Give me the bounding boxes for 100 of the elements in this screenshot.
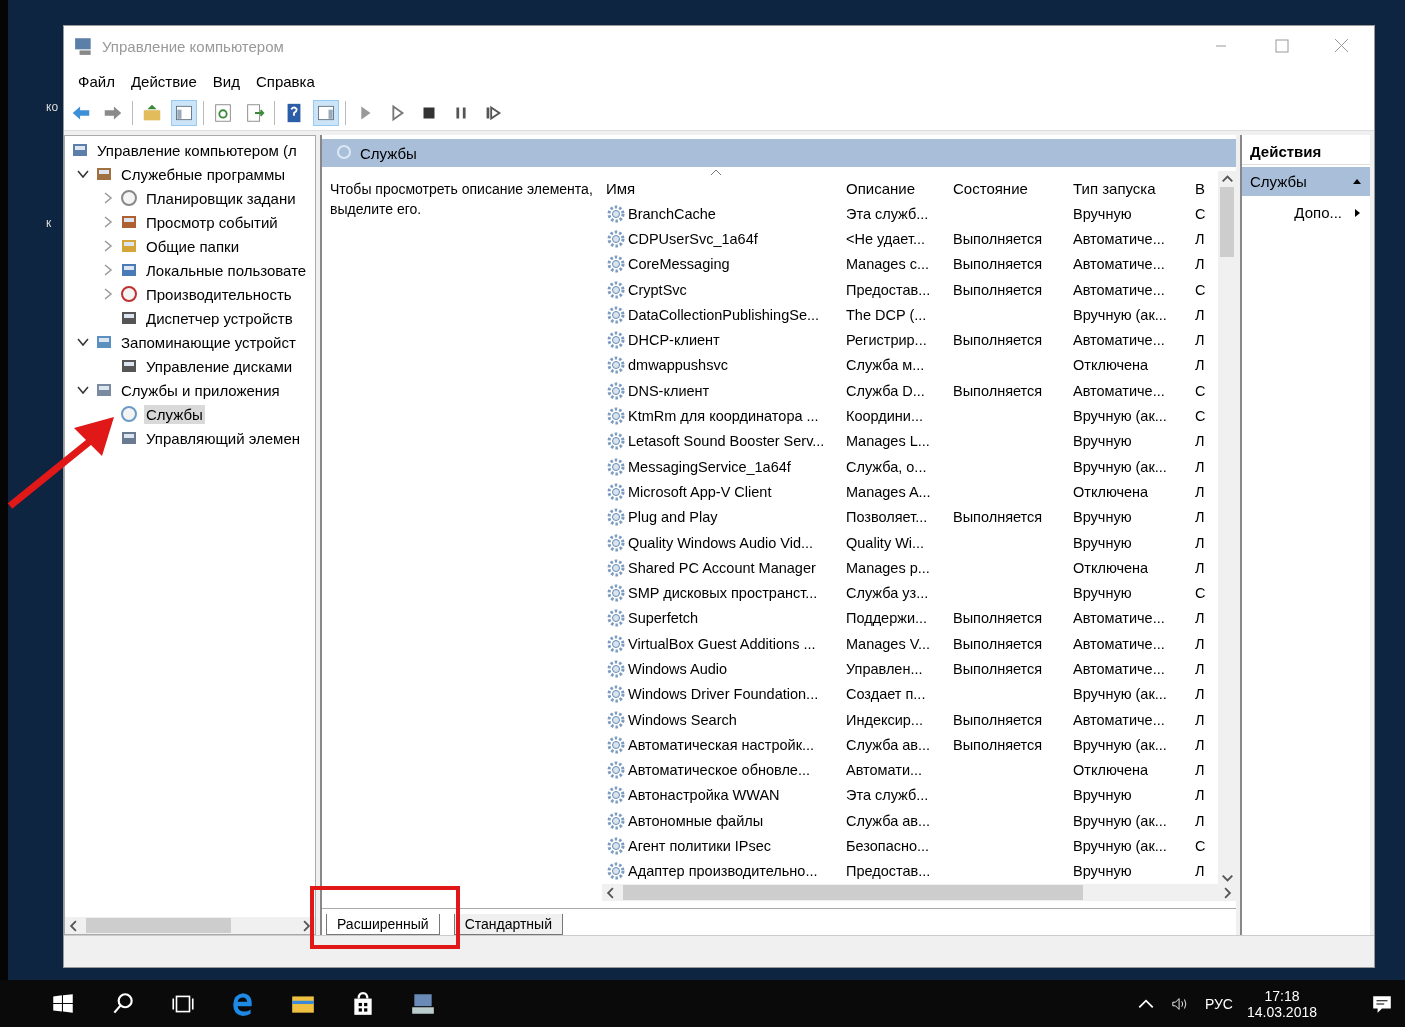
table-cell: Л (1195, 635, 1205, 652)
scrollbar-thumb[interactable] (86, 918, 231, 933)
table-cell: Вручную (ак... (1073, 408, 1167, 424)
table-cell: Служба ав... (846, 736, 931, 753)
table-cell: Windows Search (628, 711, 737, 728)
tree-item[interactable]: Службы (144, 404, 205, 424)
table-cell: Автоматическая настройк... (628, 736, 815, 753)
gear-icon (606, 456, 626, 477)
tree-item[interactable]: Диспетчер устройств (144, 308, 295, 328)
table-cell: Л (1195, 686, 1205, 703)
tree-item[interactable]: Просмотр событий (144, 212, 280, 232)
gear-icon (606, 633, 626, 654)
action-pane-button[interactable] (313, 100, 339, 126)
table-cell: Автоматиче... (1073, 635, 1165, 652)
table-cell: Manages V... (846, 635, 931, 652)
chevron-down-icon[interactable] (77, 384, 89, 396)
tree-item[interactable]: Службы и приложения (119, 380, 282, 400)
table-cell: Агент политики IPsec (628, 838, 772, 855)
table-cell: Выполняется (953, 382, 1043, 399)
view-tab[interactable]: Расширенный (326, 914, 440, 935)
gauge-icon (120, 285, 138, 303)
menu-item[interactable]: Файл (72, 70, 121, 92)
gear-icon (606, 380, 626, 401)
table-cell: Автонастройка WWAN (628, 787, 780, 804)
table-cell: Автоматиче... (1073, 711, 1165, 728)
table-cell: Вручную (1073, 534, 1132, 551)
gear-icon (606, 709, 626, 730)
storage-icon (95, 333, 113, 351)
chevron-right-icon[interactable] (102, 288, 114, 300)
chevron-down-icon[interactable] (77, 168, 89, 180)
gear-icon (606, 355, 626, 376)
menu-item[interactable]: Действие (124, 70, 203, 92)
clock-icon (120, 189, 138, 207)
table-cell: Microsoft App-V Client (628, 483, 772, 500)
chevron-right-icon[interactable] (102, 192, 114, 204)
tree-item[interactable]: Планировщик задани (144, 188, 298, 208)
column-header[interactable]: Имя (602, 168, 842, 197)
table-cell: Отключена (1073, 762, 1149, 779)
clock-date[interactable]: 14.03.2018 (1246, 1003, 1317, 1020)
gear-icon (606, 203, 626, 224)
table-cell: CoreMessaging (628, 256, 730, 273)
table-cell: Л (1195, 509, 1205, 526)
chevron-right-icon[interactable] (102, 240, 114, 252)
tree-item[interactable]: Локальные пользовате (144, 260, 309, 280)
table-cell: Автоматиче... (1073, 661, 1165, 677)
table-cell: Manages c... (846, 256, 929, 273)
tree-item[interactable]: Управление дисками (144, 356, 295, 376)
table-cell: С (1195, 408, 1206, 424)
table-cell: <Не удает... (846, 230, 926, 247)
menu-item[interactable]: Вид (206, 70, 246, 92)
table-cell: Л (1195, 534, 1205, 551)
column-header[interactable]: В (1191, 180, 1209, 197)
column-header[interactable]: Описание (842, 180, 949, 197)
apps-icon (95, 381, 113, 399)
tree-pane-button[interactable] (171, 100, 197, 126)
computer-icon (71, 141, 89, 159)
tree-item[interactable]: Управляющий элемен (144, 428, 303, 448)
gear-icon (606, 836, 626, 857)
table-cell: Manages p... (846, 559, 930, 576)
table-cell: Выполняется (953, 635, 1043, 652)
view-tab[interactable]: Стандартный (453, 914, 563, 935)
actions-header: Действия (1242, 135, 1370, 165)
tree-item[interactable]: Запоминающие устройст (119, 332, 298, 352)
scrollbar-thumb[interactable] (623, 885, 1083, 900)
table-cell: Выполняется (953, 711, 1043, 728)
device-icon (120, 309, 138, 327)
action-item[interactable]: Допо... (1242, 196, 1370, 229)
menu-item[interactable]: Справка (250, 70, 321, 92)
tree-item[interactable]: Общие папки (144, 236, 242, 256)
table-cell: Вручную (1073, 585, 1132, 602)
clock-time[interactable]: 17:18 (1264, 987, 1300, 1004)
table-cell: Л (1195, 812, 1205, 829)
actions-section[interactable]: Службы (1242, 167, 1370, 196)
table-cell: Автоматиче... (1073, 256, 1165, 273)
table-cell: Автомати... (846, 762, 923, 779)
scrollbar-thumb[interactable] (1220, 187, 1234, 257)
gear-icon (606, 532, 626, 553)
table-cell: Вручную (ак... (1073, 458, 1167, 475)
table-cell: Выполняется (953, 332, 1043, 349)
chevron-right-icon[interactable] (102, 216, 114, 228)
table-cell: KtmRm для координатора ... (628, 408, 819, 424)
table-cell: Отключена (1073, 483, 1149, 500)
table-cell: Служба D... (846, 382, 925, 399)
column-header[interactable]: Состояние (949, 180, 1069, 197)
table-cell: Позволяет... (846, 509, 928, 526)
column-header[interactable]: Тип запуска (1069, 180, 1191, 197)
tree-item[interactable]: Производительность (144, 284, 294, 304)
horizontal-scrollbar[interactable] (602, 884, 1236, 901)
table-cell: Вручную (1073, 787, 1132, 804)
chevron-right-icon[interactable] (102, 264, 114, 276)
table-cell: Л (1195, 458, 1205, 475)
language-indicator[interactable]: РУС (1204, 995, 1233, 1012)
horizontal-scrollbar[interactable] (65, 917, 315, 934)
table-cell: Л (1195, 711, 1205, 728)
tree-item[interactable]: Служебные программы (119, 164, 287, 184)
tree-item[interactable]: Управление компьютером (л (95, 140, 299, 160)
table-cell: Вручную (1073, 509, 1132, 526)
chevron-down-icon[interactable] (77, 336, 89, 348)
table-cell: С (1195, 585, 1206, 602)
table-cell: DHCP-клиент (628, 332, 720, 349)
